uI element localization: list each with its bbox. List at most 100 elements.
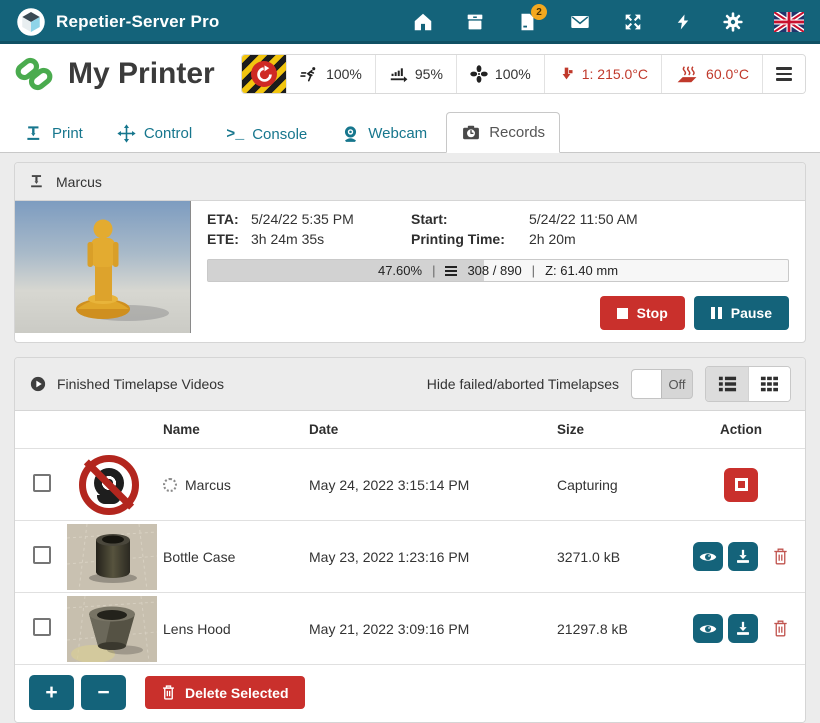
video-name: Lens Hood <box>163 621 231 637</box>
col-name: Name <box>163 422 309 437</box>
tab-print-label: Print <box>52 125 83 142</box>
progress-percent: 47.60% <box>378 263 422 278</box>
connect-bolt-icon[interactable] <box>674 11 692 33</box>
settings-gear-icon[interactable] <box>722 11 744 33</box>
fan-chip[interactable]: 100% <box>456 55 544 93</box>
video-thumbnail <box>67 524 163 590</box>
navbar-icons: 2 <box>412 11 804 33</box>
print-tab-icon <box>25 124 44 143</box>
table-row: Marcus May 24, 2022 3:15:14 PM Capturing <box>15 449 805 521</box>
storage-box-icon[interactable] <box>464 11 486 33</box>
emergency-stop-icon <box>251 61 277 87</box>
tab-webcam[interactable]: Webcam <box>326 113 442 153</box>
download-video-button[interactable] <box>728 614 758 643</box>
start-label: Start: <box>411 211 529 227</box>
delete-selected-button[interactable]: Delete Selected <box>145 676 305 709</box>
emergency-stop-button[interactable] <box>242 55 286 93</box>
tab-console-label: Console <box>252 126 307 143</box>
tab-records[interactable]: Records <box>446 112 560 153</box>
toggle-handle <box>632 370 662 398</box>
pause-button[interactable]: Pause <box>694 296 789 330</box>
deselect-all-button[interactable]: − <box>81 675 126 710</box>
view-video-button[interactable] <box>693 614 723 643</box>
row-checkbox[interactable] <box>33 618 51 636</box>
records-tab-icon <box>461 123 481 142</box>
col-action: Action <box>693 422 789 437</box>
control-tab-icon <box>117 124 136 143</box>
delete-video-button[interactable] <box>772 619 789 638</box>
print-queue-icon[interactable]: 2 <box>516 11 538 33</box>
bed-temp-chip[interactable]: 60.0°C <box>661 55 762 93</box>
video-size: 21297.8 kB <box>557 621 693 637</box>
hide-failed-label: Hide failed/aborted Timelapses <box>427 376 619 392</box>
timelapse-header: Finished Timelapse Videos Hide failed/ab… <box>15 358 805 411</box>
video-name: Marcus <box>185 477 231 493</box>
job-info: ETA: 5/24/22 5:35 PM Start: 5/24/22 11:5… <box>207 211 789 247</box>
stop-button[interactable]: Stop <box>600 296 685 330</box>
grid-view-button[interactable] <box>748 367 790 401</box>
tab-console[interactable]: >_ Console <box>211 115 322 153</box>
fan-icon <box>470 65 488 83</box>
pause-icon <box>711 307 722 319</box>
printer-tabs: Print Control >_ Console We <box>0 102 820 153</box>
table-row: Lens Hood May 21, 2022 3:09:16 PM 21297.… <box>15 593 805 665</box>
row-checkbox[interactable] <box>33 474 51 492</box>
layers-icon <box>445 266 457 276</box>
row-checkbox[interactable] <box>33 546 51 564</box>
timelapse-footer: + − Delete Selected <box>15 665 805 722</box>
stop-capture-button[interactable] <box>724 468 758 502</box>
language-flag-icon[interactable] <box>774 12 804 32</box>
download-icon <box>735 621 751 636</box>
video-date: May 24, 2022 3:15:14 PM <box>309 477 557 493</box>
capturing-spinner-icon <box>163 478 177 492</box>
top-navbar: Repetier-Server Pro 2 <box>0 0 820 44</box>
col-date: Date <box>309 422 557 437</box>
ete-value: 3h 24m 35s <box>251 231 411 247</box>
table-header-row: Name Date Size Action <box>15 411 805 449</box>
speed-chip[interactable]: 100% <box>286 55 375 93</box>
tab-control[interactable]: Control <box>102 113 207 153</box>
extruder-temp-chip[interactable]: 1: 215.0°C <box>544 55 661 93</box>
eta-label: ETA: <box>207 211 251 227</box>
stop-icon <box>617 308 628 319</box>
select-all-button[interactable]: + <box>29 675 74 710</box>
flow-chip[interactable]: 95% <box>375 55 456 93</box>
stop-square-icon <box>735 478 748 491</box>
tab-print[interactable]: Print <box>10 113 98 153</box>
app-brand[interactable]: Repetier-Server Pro <box>16 7 219 37</box>
progress-z: Z: 61.40 mm <box>545 263 618 278</box>
progress-layers: 308 / 890 <box>467 263 521 278</box>
download-video-button[interactable] <box>728 542 758 571</box>
tab-records-label: Records <box>489 124 545 141</box>
home-icon[interactable] <box>412 11 434 33</box>
video-size: 3271.0 kB <box>557 549 693 565</box>
printing-time-label: Printing Time: <box>411 231 529 247</box>
hide-failed-toggle[interactable]: Off <box>631 369 693 399</box>
print-job-card: Marcus <box>14 162 806 343</box>
toggle-state: Off <box>662 377 692 392</box>
delete-video-button[interactable] <box>772 547 789 566</box>
print-progress-bar: 47.60% | 308 / 890 | Z: 61.40 mm <box>207 259 789 282</box>
progress-text: 47.60% | 308 / 890 | Z: 61.40 mm <box>208 260 788 281</box>
printer-menu-button[interactable] <box>762 55 805 93</box>
extruder-icon <box>558 65 575 83</box>
timelapse-table: Name Date Size Action Marcus <box>15 411 805 665</box>
video-date: May 23, 2022 1:23:16 PM <box>309 549 557 565</box>
list-view-button[interactable] <box>706 367 748 401</box>
eye-icon <box>699 622 717 636</box>
fan-value: 100% <box>495 66 531 82</box>
messages-icon[interactable] <box>568 11 592 33</box>
col-size: Size <box>557 422 693 437</box>
fullscreen-icon[interactable] <box>622 11 644 33</box>
view-video-button[interactable] <box>693 542 723 571</box>
trash-icon <box>772 547 789 566</box>
flow-value: 95% <box>415 66 443 82</box>
records-content: Marcus <box>0 153 820 723</box>
webcam-tab-icon <box>341 124 360 143</box>
printer-small-icon <box>29 173 46 190</box>
printer-header: My Printer 100% <box>0 44 820 102</box>
timelapse-title: Finished Timelapse Videos <box>57 376 224 392</box>
repetier-logo-icon <box>16 7 46 37</box>
job-preview-image <box>15 201 191 333</box>
speed-value: 100% <box>326 66 362 82</box>
